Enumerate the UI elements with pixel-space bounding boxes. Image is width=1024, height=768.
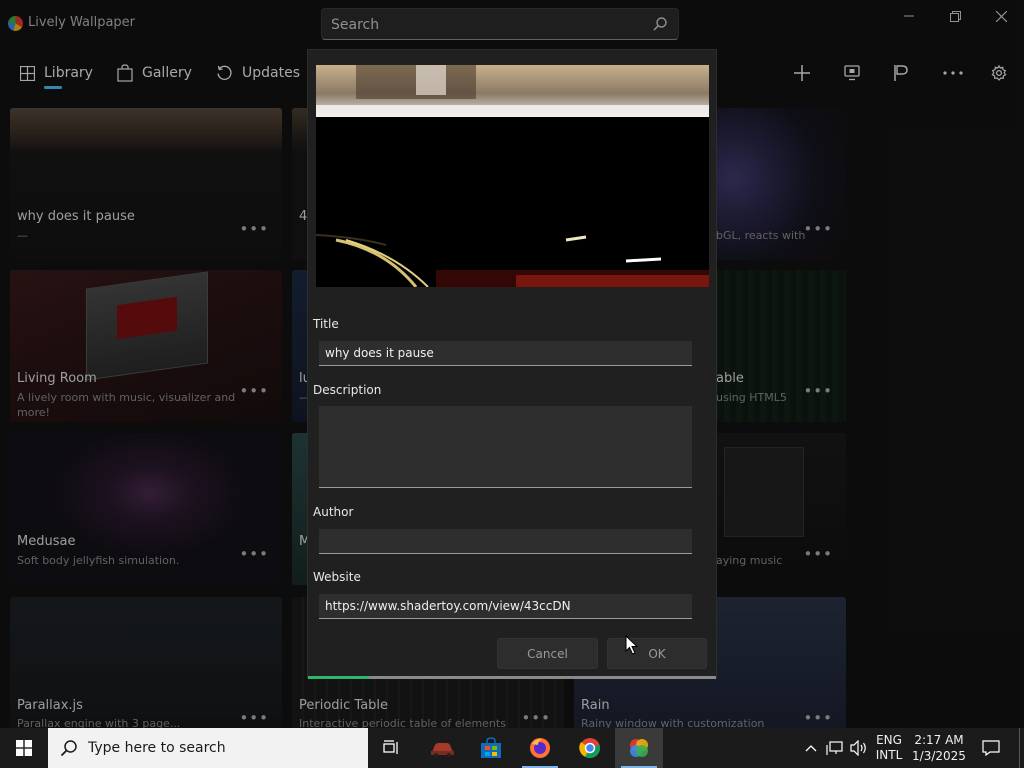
taskbar-search-box[interactable] bbox=[48, 728, 368, 768]
taskbar-app-photos[interactable] bbox=[418, 728, 466, 768]
author-label: Author bbox=[313, 505, 354, 519]
chrome-icon bbox=[579, 738, 600, 759]
lively-wallpaper-window: Lively Wallpaper Search Library Gallery … bbox=[0, 0, 1024, 749]
language-code: ENG bbox=[876, 733, 902, 747]
firefox-icon bbox=[530, 738, 550, 758]
taskbar-app-chrome[interactable] bbox=[566, 728, 614, 768]
title-label: Title bbox=[313, 317, 339, 331]
dialog-footer: Cancel OK bbox=[308, 628, 716, 678]
speaker-icon bbox=[850, 740, 866, 756]
windows-logo-icon bbox=[16, 740, 32, 756]
task-view-button[interactable] bbox=[368, 728, 416, 768]
mouse-cursor-icon bbox=[625, 635, 639, 655]
start-button[interactable] bbox=[0, 728, 48, 768]
taskbar-app-firefox[interactable] bbox=[516, 728, 564, 768]
website-field[interactable] bbox=[319, 594, 692, 619]
windows-taskbar: ENG INTL 2:17 AM 1/3/2025 bbox=[0, 728, 1024, 768]
title-field[interactable] bbox=[319, 341, 692, 366]
notifications-button[interactable] bbox=[978, 728, 1004, 768]
taskbar-search-icon bbox=[60, 740, 77, 757]
wallpaper-edit-dialog: Title Description Author Website Cancel … bbox=[307, 49, 717, 679]
input-language-button[interactable]: ENG INTL bbox=[872, 728, 906, 768]
clock-button[interactable]: 2:17 AM 1/3/2025 bbox=[910, 728, 968, 768]
wallpaper-preview bbox=[316, 65, 709, 287]
task-view-icon bbox=[383, 740, 398, 754]
taskbar-app-store[interactable] bbox=[467, 728, 515, 768]
store-icon bbox=[481, 737, 501, 758]
author-field[interactable] bbox=[319, 529, 692, 554]
notification-icon bbox=[982, 740, 1000, 756]
description-field[interactable] bbox=[319, 406, 692, 488]
car-app-icon bbox=[431, 743, 454, 757]
clock-date: 1/3/2025 bbox=[912, 749, 966, 763]
volume-button[interactable] bbox=[848, 728, 870, 768]
import-progress-fill bbox=[308, 676, 370, 679]
keyboard-layout: INTL bbox=[875, 748, 903, 762]
show-desktop-divider[interactable] bbox=[1019, 728, 1020, 768]
lively-taskbar-icon bbox=[630, 739, 648, 757]
cancel-button[interactable]: Cancel bbox=[497, 638, 598, 669]
chevron-up-icon bbox=[805, 745, 817, 752]
network-button[interactable] bbox=[824, 728, 846, 768]
website-label: Website bbox=[313, 570, 361, 584]
network-icon bbox=[826, 741, 843, 755]
show-hidden-icons-button[interactable] bbox=[802, 728, 820, 768]
taskbar-app-lively[interactable] bbox=[615, 728, 663, 768]
import-progress-bar bbox=[308, 676, 716, 679]
description-label: Description bbox=[313, 383, 382, 397]
clock-time: 2:17 AM bbox=[914, 733, 964, 747]
preview-image bbox=[316, 65, 709, 287]
ok-button[interactable]: OK bbox=[607, 638, 707, 669]
taskbar-search-input[interactable] bbox=[88, 738, 348, 758]
